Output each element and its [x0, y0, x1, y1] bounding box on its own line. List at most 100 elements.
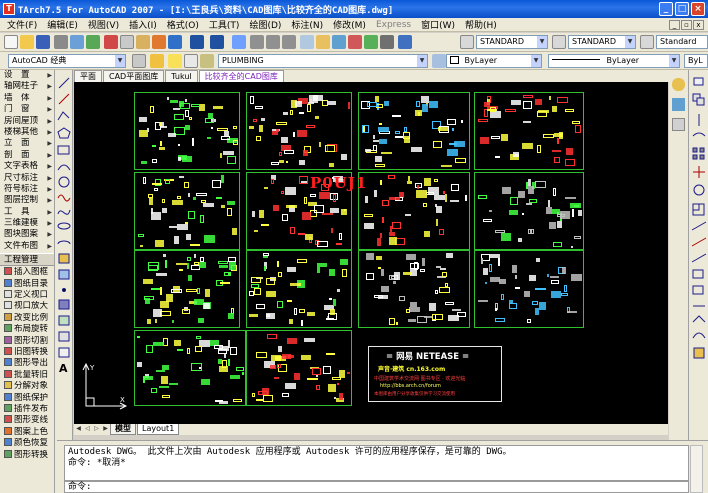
- menu-tools[interactable]: 工具(T): [204, 18, 245, 31]
- left-menu-item[interactable]: 轴网柱子 ▶: [0, 81, 54, 92]
- left-menu-item[interactable]: 文件布图 ▶: [0, 241, 54, 252]
- chevron-down-icon[interactable]: ▼: [417, 55, 427, 67]
- left-menu-subitem[interactable]: 插件发布: [0, 403, 54, 415]
- tarch-app-icon[interactable]: T: [3, 3, 15, 15]
- left-menu-subitem[interactable]: 图纸保护: [0, 392, 54, 404]
- menu-dimension[interactable]: 标注(N): [286, 18, 328, 31]
- first-tab-button[interactable]: ◀: [74, 424, 83, 434]
- layer-select[interactable]: PLUMBING ▼: [218, 54, 428, 68]
- tab-plan[interactable]: 平面: [74, 70, 102, 82]
- left-menu-item[interactable]: 符号标注 ▶: [0, 184, 54, 195]
- doc-minimize-button[interactable]: _: [669, 19, 680, 30]
- zoom-previous-icon[interactable]: [282, 35, 296, 49]
- light-icon[interactable]: [672, 78, 685, 91]
- layer-manager-icon[interactable]: [150, 54, 164, 68]
- menu-modify[interactable]: 修改(M): [328, 18, 371, 31]
- print-icon[interactable]: [54, 35, 68, 49]
- tab-complete-cad-library[interactable]: 比较齐全的CAD图库: [198, 70, 284, 82]
- redo-icon[interactable]: [210, 35, 224, 49]
- doc-restore-button[interactable]: ▫: [681, 19, 692, 30]
- left-menu-subitem[interactable]: 批量转旧: [0, 369, 54, 381]
- zoom-realtime-icon[interactable]: [250, 35, 264, 49]
- make-current-layer-icon[interactable]: [432, 54, 446, 68]
- tab-cad-plan-library[interactable]: CAD平面图库: [103, 70, 165, 82]
- prev-tab-button[interactable]: ◁: [83, 424, 92, 434]
- left-menu-item[interactable]: 图层控制 ▶: [0, 195, 54, 206]
- new-file-icon[interactable]: [4, 35, 18, 49]
- drawing-canvas[interactable]: = 网易 NETEASE = 声音·建筑 cn.163.com 中国建筑学术交流…: [74, 82, 668, 424]
- sheet-set-icon[interactable]: [348, 35, 362, 49]
- color-select[interactable]: ByLayer ▼: [446, 54, 542, 68]
- left-menu-item[interactable]: 立 面 ▶: [0, 138, 54, 149]
- left-menu-subitem[interactable]: 图形变线: [0, 415, 54, 426]
- command-input[interactable]: 命令:: [64, 481, 689, 493]
- left-menu-subitem[interactable]: 布局旋转: [0, 324, 54, 335]
- left-menu-item[interactable]: 门 窗 ▶: [0, 104, 54, 115]
- left-menu-subitem[interactable]: 分解对象: [0, 381, 54, 392]
- doc-close-button[interactable]: x: [693, 19, 704, 30]
- left-menu-subitem[interactable]: 视口放大: [0, 301, 54, 312]
- left-menu-subitem[interactable]: 图形切割: [0, 335, 54, 347]
- design-center-icon[interactable]: [316, 35, 330, 49]
- left-menu-item[interactable]: 尺寸标注 ▶: [0, 173, 54, 184]
- left-menu-subitem[interactable]: 图形转换: [0, 449, 54, 461]
- left-menu-item[interactable]: 图块图案 ▶: [0, 229, 54, 240]
- tool-palettes-icon[interactable]: [332, 35, 346, 49]
- chevron-down-icon[interactable]: ▼: [669, 55, 679, 67]
- render-icon[interactable]: [672, 98, 685, 111]
- menu-file[interactable]: 文件(F): [2, 18, 42, 31]
- block-editor-icon[interactable]: [168, 35, 182, 49]
- open-folder-icon[interactable]: [20, 35, 34, 49]
- left-menu-subitem[interactable]: 定义视口: [0, 290, 54, 301]
- workspace-select[interactable]: AutoCAD 经典 ▼: [8, 54, 126, 68]
- left-menu-subitem[interactable]: 图形导出: [0, 358, 54, 369]
- zoom-window-icon[interactable]: [266, 35, 280, 49]
- publish-icon[interactable]: [86, 35, 100, 49]
- maximize-button[interactable]: □: [675, 2, 689, 16]
- tab-model[interactable]: 模型: [110, 424, 136, 435]
- menu-edit[interactable]: 编辑(E): [42, 18, 83, 31]
- left-menu-subitem[interactable]: 旧图转换: [0, 346, 54, 358]
- left-menu-item[interactable]: 三维建模 ▶: [0, 218, 54, 229]
- match-properties-icon[interactable]: [152, 35, 166, 49]
- left-menu-item[interactable]: 墙 体 ▶: [0, 93, 54, 104]
- menu-insert[interactable]: 插入(I): [124, 18, 162, 31]
- linetype-select[interactable]: ByLayer ▼: [548, 54, 680, 68]
- quickcalc-icon[interactable]: [380, 35, 394, 49]
- save-icon[interactable]: [36, 35, 50, 49]
- table-style-select[interactable]: Standard: [656, 35, 708, 49]
- help-icon[interactable]: [398, 35, 412, 49]
- workspace-settings-icon[interactable]: [132, 54, 146, 68]
- print-preview-icon[interactable]: [70, 35, 84, 49]
- paste-icon[interactable]: [136, 35, 150, 49]
- menu-help[interactable]: 帮助(H): [460, 18, 502, 31]
- cut-icon[interactable]: [104, 35, 118, 49]
- text-style-select[interactable]: STANDARD ▼: [476, 35, 548, 49]
- menu-format[interactable]: 格式(O): [162, 18, 204, 31]
- last-tab-button[interactable]: ▶: [101, 424, 110, 434]
- left-menu-item[interactable]: 设 置 ▶: [0, 70, 54, 81]
- left-menu-subitem[interactable]: 插入图框: [0, 267, 54, 278]
- dim-style-select[interactable]: STANDARD ▼: [568, 35, 636, 49]
- menu-express[interactable]: Express: [371, 20, 416, 30]
- close-button[interactable]: ×: [691, 2, 705, 16]
- next-tab-button[interactable]: ▷: [92, 424, 101, 434]
- chevron-down-icon[interactable]: ▼: [115, 55, 125, 67]
- copy-icon[interactable]: [120, 35, 134, 49]
- tab-tukul[interactable]: Tukul: [165, 70, 198, 82]
- left-menu-item[interactable]: 工 具 ▶: [0, 207, 54, 218]
- chevron-down-icon[interactable]: ▼: [625, 36, 635, 48]
- left-menu-item[interactable]: 剖 面 ▶: [0, 150, 54, 161]
- undo-icon[interactable]: [190, 35, 204, 49]
- menu-window[interactable]: 窗口(W): [416, 18, 460, 31]
- left-menu-subitem[interactable]: 改变比例: [0, 312, 54, 324]
- pan-icon[interactable]: [232, 35, 246, 49]
- chevron-down-icon[interactable]: ▼: [537, 36, 547, 48]
- chevron-down-icon[interactable]: ▼: [531, 55, 541, 67]
- properties-icon[interactable]: [300, 35, 314, 49]
- left-menu-item[interactable]: 楼梯其他 ▶: [0, 127, 54, 138]
- left-menu-item[interactable]: 房间屋顶 ▶: [0, 116, 54, 127]
- left-menu-subitem[interactable]: 颜色恢复: [0, 438, 54, 449]
- minimize-button[interactable]: _: [659, 2, 673, 16]
- left-menu-subitem[interactable]: 图案上色: [0, 426, 54, 438]
